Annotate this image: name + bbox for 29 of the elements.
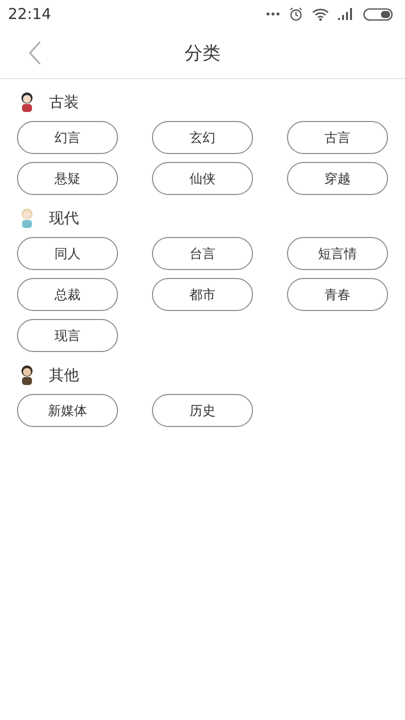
category-button[interactable]: 穿越 xyxy=(287,162,388,195)
category-button[interactable]: 总裁 xyxy=(17,278,118,311)
category-button[interactable]: 玄幻 xyxy=(152,121,253,154)
category-button[interactable]: 现言 xyxy=(17,319,118,352)
category-button[interactable]: 都市 xyxy=(152,278,253,311)
category-button[interactable]: 同人 xyxy=(17,237,118,270)
woman-figure-icon xyxy=(19,92,35,112)
category-button[interactable]: 短言情 xyxy=(287,237,388,270)
category-button[interactable]: 台言 xyxy=(152,237,253,270)
section-title: 其他 xyxy=(49,366,79,384)
signal-icon xyxy=(338,8,354,20)
man-figure-icon xyxy=(19,365,35,385)
back-icon[interactable] xyxy=(28,41,42,65)
status-time: 22:14 xyxy=(8,5,52,23)
wifi-icon xyxy=(312,8,329,20)
page-title: 分类 xyxy=(184,42,220,65)
battery-icon xyxy=(363,8,393,20)
category-button[interactable]: 悬疑 xyxy=(17,162,118,195)
section-title: 现代 xyxy=(49,208,79,228)
section-title: 古装 xyxy=(49,92,79,112)
alarm-icon xyxy=(289,7,303,21)
category-button[interactable]: 古言 xyxy=(287,121,388,154)
more-dots-icon xyxy=(266,12,280,16)
category-button[interactable]: 青春 xyxy=(287,278,388,311)
category-button[interactable]: 历史 xyxy=(152,394,253,427)
girl-figure-icon xyxy=(19,208,35,228)
category-button[interactable]: 新媒体 xyxy=(17,394,118,427)
category-button[interactable]: 幻言 xyxy=(17,121,118,154)
category-button[interactable]: 仙侠 xyxy=(152,162,253,195)
